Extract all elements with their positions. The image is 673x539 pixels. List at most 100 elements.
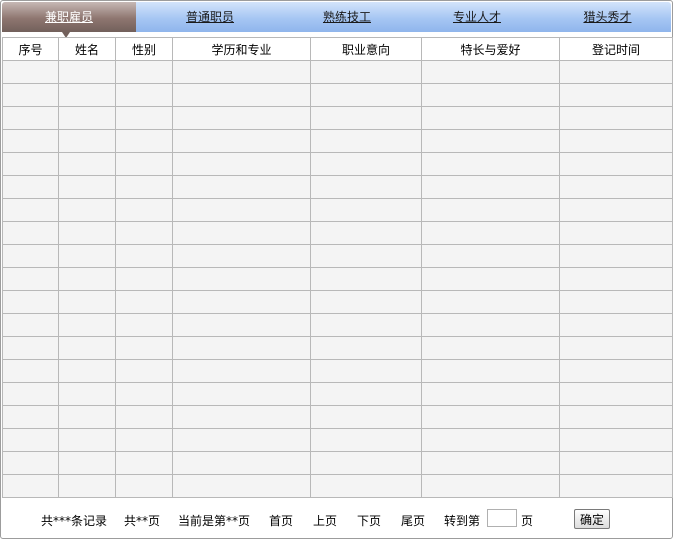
table-row	[2, 405, 673, 429]
table-cell	[115, 428, 173, 452]
table-cell	[115, 267, 173, 291]
tab-bar: 兼职雇员 普通职员 熟练技工 专业人才 猎头秀才	[2, 2, 671, 38]
table-cell	[2, 474, 59, 498]
table-body	[2, 60, 673, 498]
table-cell	[2, 290, 59, 314]
table-cell	[310, 336, 422, 360]
table-cell	[559, 106, 673, 130]
first-page-link[interactable]: 首页	[269, 512, 293, 529]
table-cell	[2, 83, 59, 107]
table-cell	[2, 60, 59, 84]
table-cell	[421, 198, 560, 222]
table-row	[2, 428, 673, 452]
table-cell	[310, 83, 422, 107]
next-page-link[interactable]: 下页	[357, 512, 381, 529]
table-cell	[559, 290, 673, 314]
tab-skilled-worker[interactable]: 熟练技工	[284, 2, 410, 32]
table-cell	[421, 405, 560, 429]
table-cell	[310, 382, 422, 406]
table-cell	[172, 267, 311, 291]
table-cell	[172, 474, 311, 498]
table-row	[2, 152, 673, 176]
table-cell	[421, 451, 560, 475]
table-cell	[115, 152, 173, 176]
table-cell	[115, 129, 173, 153]
table-cell	[58, 474, 116, 498]
table-cell	[58, 382, 116, 406]
table-row	[2, 83, 673, 107]
table-row	[2, 267, 673, 291]
table-cell	[421, 313, 560, 337]
confirm-button[interactable]: 确定	[574, 509, 610, 529]
table-cell	[172, 359, 311, 383]
table-cell	[115, 405, 173, 429]
table-cell	[2, 267, 59, 291]
table-cell	[115, 83, 173, 107]
table-cell	[310, 129, 422, 153]
column-header-index: 序号	[2, 37, 59, 61]
table-cell	[559, 267, 673, 291]
table-cell	[559, 428, 673, 452]
table-cell	[310, 175, 422, 199]
tab-label: 兼职雇员	[44, 10, 93, 24]
table-cell	[115, 290, 173, 314]
table-row	[2, 313, 673, 337]
table-cell	[310, 267, 422, 291]
table-cell	[172, 221, 311, 245]
table-cell	[58, 221, 116, 245]
table-cell	[58, 129, 116, 153]
pagination-bar: 共***条记录 共**页 当前是第**页 首页 上页 下页 尾页 转到第 页	[0, 506, 673, 532]
table-cell	[559, 175, 673, 199]
goto-suffix: 页	[521, 514, 534, 528]
table-cell	[172, 152, 311, 176]
table-row	[2, 60, 673, 84]
table-cell	[58, 359, 116, 383]
table-cell	[310, 405, 422, 429]
table-row	[2, 244, 673, 268]
table-cell	[172, 382, 311, 406]
column-header-skills-hobbies: 特长与爱好	[421, 37, 560, 61]
table-cell	[559, 359, 673, 383]
column-header-gender: 性别	[115, 37, 173, 61]
table-row	[2, 382, 673, 406]
table-row	[2, 290, 673, 314]
table-cell	[421, 106, 560, 130]
table-cell	[310, 198, 422, 222]
table-cell	[172, 175, 311, 199]
table-cell	[172, 60, 311, 84]
table-cell	[421, 221, 560, 245]
table-cell	[310, 451, 422, 475]
tab-headhunter[interactable]: 猎头秀才	[544, 2, 671, 32]
column-header-career-intent: 职业意向	[310, 37, 422, 61]
tab-staff[interactable]: 普通职员	[136, 2, 284, 32]
table-cell	[310, 313, 422, 337]
table-cell	[172, 451, 311, 475]
table-cell	[58, 313, 116, 337]
goto-label: 转到第	[444, 514, 481, 528]
table-cell	[559, 221, 673, 245]
table-cell	[115, 359, 173, 383]
table-cell	[421, 60, 560, 84]
table-cell	[58, 60, 116, 84]
table-cell	[2, 175, 59, 199]
table-cell	[115, 221, 173, 245]
tab-professional[interactable]: 专业人才	[410, 2, 544, 32]
table-cell	[115, 198, 173, 222]
last-page-link[interactable]: 尾页	[401, 512, 425, 529]
column-header-name: 姓名	[58, 37, 116, 61]
table-cell	[559, 451, 673, 475]
table-cell	[2, 451, 59, 475]
table-cell	[310, 428, 422, 452]
table-cell	[310, 244, 422, 268]
prev-page-link[interactable]: 上页	[313, 512, 337, 529]
table-cell	[115, 313, 173, 337]
table-cell	[421, 359, 560, 383]
table-cell	[421, 382, 560, 406]
goto-page-input[interactable]	[487, 509, 517, 527]
tab-part-time[interactable]: 兼职雇员	[2, 2, 136, 38]
table-cell	[559, 382, 673, 406]
table-cell	[310, 290, 422, 314]
table-cell	[559, 60, 673, 84]
table-cell	[115, 175, 173, 199]
table-cell	[2, 336, 59, 360]
